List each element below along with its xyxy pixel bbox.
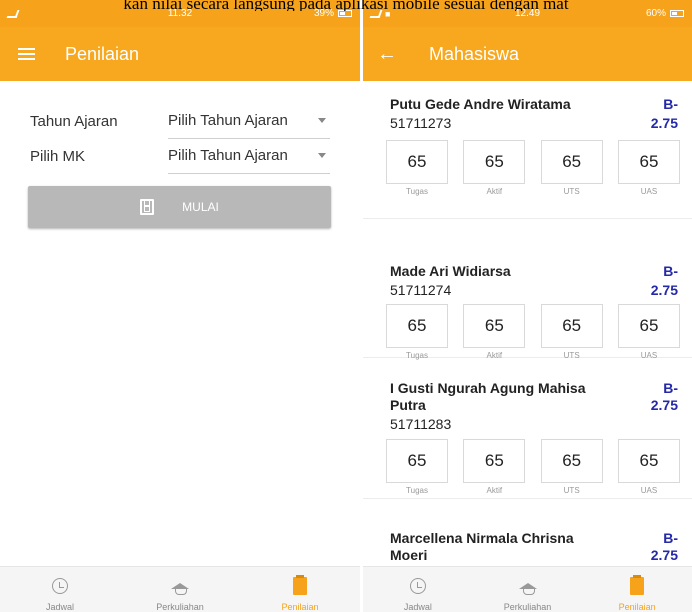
student-nim: 51711274 [390,282,452,298]
uts-score-input[interactable]: 65 [540,439,603,483]
nav-label: Jadwal [45,602,74,612]
score-label: Tugas [406,486,428,495]
student-grade: B- [663,530,678,546]
score-row: 65 Tugas 65 Aktif 65 UTS 65 UAS [386,439,680,495]
back-arrow-icon[interactable]: ← [377,43,397,66]
student-gpa: 2.75 [650,115,678,131]
dropdown-arrow-icon [318,153,326,158]
app-bar: ← Mahasiswa [363,27,692,81]
score-label: UTS [563,187,580,196]
tahun-ajaran-row: Tahun Ajaran Pilih Tahun Ajaran [30,103,330,139]
student-name: Putu Gede Andre Wiratama [390,96,571,112]
student-grade: B- [663,263,678,279]
score-label: Aktif [486,187,503,196]
nav-jadwal[interactable]: Jadwal [0,567,120,612]
nav-label: Perkuliahan [156,602,204,612]
student-card: I Gusti Ngurah Agung Mahisa Putra 517112… [363,359,692,499]
battery-icon [338,10,352,17]
aktif-score-input[interactable]: 65 [463,304,526,348]
app-bar: Penilaian [0,27,360,81]
aktif-score-input[interactable]: 65 [463,140,526,184]
nav-label: Perkuliahan [503,602,552,612]
uts-score-input[interactable]: 65 [540,140,603,184]
score-row: 65 Tugas 65 Aktif 65 UTS 65 UAS [386,140,680,196]
student-list: Putu Gede Andre Wiratama 51711273 B- 2.7… [363,81,692,566]
mk-value: Pilih Tahun Ajaran [168,147,288,164]
mk-label: Pilih MK [30,147,86,165]
tugas-score-input[interactable]: 65 [386,140,448,184]
score-label: UAS [640,486,658,495]
tahun-ajaran-label: Tahun Ajaran [30,112,118,130]
hamburger-menu-icon[interactable] [18,48,35,60]
student-card: Made Ari Widiarsa 51711274 B- 2.75 65 Tug… [363,220,692,360]
student-card: Marcellena Nirmala Chrisna Moeri B- 2.75 [363,500,692,566]
tahun-ajaran-value: Pilih Tahun Ajaran [168,112,288,129]
student-nim: 51711283 [390,416,452,432]
page-title: Penilaian [65,43,140,64]
page-title: Mahasiswa [429,43,520,64]
nav-label: Jadwal [403,602,432,612]
figure-caption: kan nilai secara langsung pada aplikasi … [123,0,569,11]
student-gpa: 2.75 [650,282,678,298]
score-label: UAS [640,187,658,196]
student-name: Made Ari Widiarsa [390,263,511,279]
mk-row: Pilih MK Pilih Tahun Ajaran [30,138,330,174]
floppy-disk-icon [140,199,155,215]
student-grade: B- [663,380,678,396]
student-gpa: 2.75 [650,397,678,413]
mk-select[interactable]: Pilih Tahun Ajaran [168,138,330,174]
student-name: Marcellena Nirmala Chrisna Moeri [390,530,574,563]
uas-score-input[interactable]: 65 [617,439,680,483]
battery-icon [670,10,684,17]
aktif-score-input[interactable]: 65 [463,439,526,483]
uts-score-input[interactable]: 65 [540,304,603,348]
nav-perkuliahan[interactable]: Perkuliahan [473,567,583,612]
uas-score-input[interactable]: 65 [617,304,680,348]
student-name: I Gusti Ngurah Agung Mahisa Putra [390,380,586,413]
bottom-navigation: Jadwal Perkuliahan Penilaian [0,566,360,612]
penilaian-screen: 11.32 39% Penilaian Tahun Ajaran Pilih T… [0,0,360,612]
alarm-clock-icon [52,578,68,594]
nav-penilaian[interactable]: Penilaian [240,567,360,612]
dropdown-arrow-icon [318,118,326,123]
nav-label: Penilaian [618,602,656,612]
mulai-button[interactable]: MULAI [28,186,331,228]
alarm-clock-icon [409,578,426,594]
graduation-cap-icon [518,583,537,595]
bottom-navigation: Jadwal Perkuliahan Penilaian [363,566,692,612]
student-grade: B- [663,96,678,112]
score-label: Aktif [486,486,503,495]
uas-score-input[interactable]: 65 [617,140,680,184]
score-row: 65 Tugas 65 Aktif 65 UTS 65 UAS [386,304,680,360]
nav-jadwal[interactable]: Jadwal [363,567,473,612]
mahasiswa-screen: ■ 12.49 60% ← Mahasiswa Putu Gede Andre … [363,0,692,612]
student-gpa: 2.75 [650,547,678,563]
tugas-score-input[interactable]: 65 [386,304,448,348]
nav-label: Penilaian [281,602,319,612]
nav-penilaian[interactable]: Penilaian [582,567,692,612]
tugas-score-input[interactable]: 65 [386,439,448,483]
student-nim: 51711273 [390,115,452,131]
student-card: Putu Gede Andre Wiratama 51711273 B- 2.7… [363,81,692,219]
tahun-ajaran-select[interactable]: Pilih Tahun Ajaran [168,103,330,139]
notepad-icon [293,575,307,595]
score-label: UTS [563,486,580,495]
mulai-label: MULAI [182,200,219,214]
score-label: Tugas [406,187,428,196]
notepad-icon [630,575,645,595]
graduation-cap-icon [171,583,189,595]
nav-perkuliahan[interactable]: Perkuliahan [120,567,240,612]
